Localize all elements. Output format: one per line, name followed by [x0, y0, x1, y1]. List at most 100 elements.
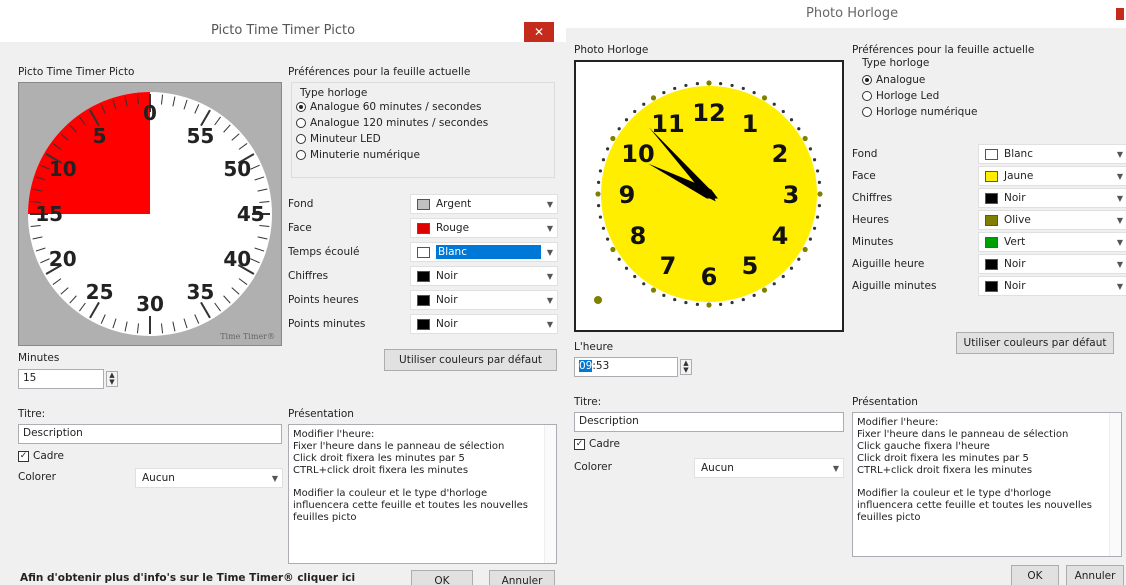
minute-dot	[815, 169, 820, 173]
chevron-down-icon: ▼	[1116, 149, 1123, 159]
title-input[interactable]: Description	[18, 424, 282, 444]
section-label: Picto Time Timer Picto	[18, 66, 135, 78]
color-dropdown[interactable]: Jaune ▼	[978, 166, 1126, 186]
dial-number: 10	[49, 157, 77, 181]
cancel-button[interactable]: Annuler	[489, 570, 555, 585]
clock-type-option[interactable]: Horloge numérique	[862, 106, 977, 118]
color-dropdown[interactable]: Blanc ▼	[410, 242, 558, 262]
cancel-button[interactable]: Annuler	[1066, 565, 1124, 585]
hour-number: 6	[701, 263, 718, 291]
color-value: Noir	[436, 294, 458, 306]
color-row-label: Chiffres	[852, 192, 893, 204]
color-dropdown[interactable]: Noir ▼	[978, 254, 1126, 274]
color-value: Noir	[436, 270, 458, 282]
minute-dot	[695, 82, 699, 86]
color-dropdown[interactable]: Noir ▼	[978, 188, 1126, 208]
clock-type-option[interactable]: Analogue	[862, 74, 925, 86]
scrollbar[interactable]	[544, 425, 556, 563]
colorer-dropdown[interactable]: Aucun ▼	[135, 468, 283, 488]
info-link[interactable]: Afin d'obtenir plus d'info's sur le Time…	[20, 572, 355, 584]
timer-preview[interactable]: 0 55 50 45 40 35 30 25 20 15 10 5 Time Timer®	[18, 82, 282, 346]
ok-button[interactable]: OK	[1011, 565, 1059, 585]
dial-number: 35	[186, 280, 214, 304]
time-timer-dialog: Picto Time Timer Picto ✕ Picto Time Time…	[0, 0, 566, 585]
minute-dot	[684, 83, 688, 88]
minute-dot	[752, 293, 756, 298]
color-dropdown[interactable]: Vert ▼	[978, 232, 1126, 252]
close-button[interactable]: ✕	[524, 22, 554, 42]
minute-dot	[817, 180, 821, 184]
color-dropdown[interactable]: Olive ▼	[978, 210, 1126, 230]
minute-dot	[730, 300, 734, 305]
color-swatch	[417, 198, 430, 210]
minute-dot	[662, 293, 666, 298]
color-dropdown[interactable]: Argent ▼	[410, 194, 558, 214]
minute-dot	[741, 297, 745, 302]
timer-dial: 0 55 50 45 40 35 30 25 20 15 10 5 Time Timer®	[28, 92, 275, 341]
cadre-label: Cadre	[589, 438, 620, 450]
presentation-label: Présentation	[288, 408, 354, 420]
presentation-text[interactable]: Modifier l'heure: Fixer l'heure dans le …	[852, 412, 1122, 557]
dial-number: 15	[35, 202, 63, 226]
minutes-spinner[interactable]: ▲ ▼	[106, 371, 118, 387]
default-colors-button[interactable]: Utiliser couleurs par défaut	[384, 349, 557, 371]
clock-type-group: Type horloge	[291, 82, 555, 178]
minute-dot	[781, 109, 785, 114]
ok-button[interactable]: OK	[411, 570, 473, 585]
time-input[interactable]: 09:53	[574, 357, 678, 377]
color-dropdown[interactable]: Blanc ▼	[978, 144, 1126, 164]
colorer-value: Aucun	[701, 462, 734, 474]
dial-number: 50	[223, 157, 251, 181]
color-dropdown[interactable]: Noir ▼	[410, 290, 558, 310]
minute-dot	[781, 274, 785, 279]
clock-face: 12 12 3 45678 9 1011	[594, 80, 823, 308]
minutes-input[interactable]: 15	[18, 369, 104, 389]
minute-dot	[797, 257, 801, 261]
hour-dot	[802, 246, 808, 253]
minute-dot	[598, 169, 603, 173]
minute-dot	[601, 158, 606, 162]
color-dropdown[interactable]: Noir ▼	[410, 266, 558, 286]
minute-dot	[719, 82, 723, 86]
minute-dot	[812, 158, 817, 162]
colorer-dropdown[interactable]: Aucun ▼	[694, 458, 844, 478]
presentation-label: Présentation	[852, 396, 918, 408]
color-swatch	[985, 148, 998, 160]
cadre-checkbox[interactable]: ✓ Cadre	[18, 450, 64, 462]
color-value: Noir	[1004, 280, 1026, 292]
cadre-checkbox[interactable]: ✓ Cadre	[574, 438, 620, 450]
color-row-label: Face	[288, 222, 312, 234]
color-dropdown[interactable]: Rouge ▼	[410, 218, 558, 238]
clock-type-option[interactable]: Minuterie numérique	[296, 149, 420, 161]
clock-type-option[interactable]: Horloge Led	[862, 90, 939, 102]
presentation-text[interactable]: Modifier l'heure: Fixer l'heure dans le …	[288, 424, 557, 564]
clock-type-option[interactable]: Analogue 120 minutes / secondes	[296, 117, 488, 129]
chevron-down-icon: ▼	[546, 319, 553, 329]
default-colors-button[interactable]: Utiliser couleurs par défaut	[956, 332, 1114, 354]
clock-center	[706, 191, 712, 197]
elapsed-sector	[28, 92, 150, 214]
check-icon: ✓	[18, 450, 29, 462]
clock-type-option-label: Analogue	[876, 74, 926, 86]
hour-number: 4	[772, 222, 789, 250]
color-swatch	[985, 214, 998, 226]
hour-number: 9	[619, 181, 636, 209]
chevron-down-icon: ▼	[546, 247, 553, 257]
clock-preview[interactable]: 12 1 2 3 4 5 6 7 8 9 10 11	[574, 60, 844, 332]
minute-dot	[719, 302, 723, 306]
minute-dot	[624, 118, 629, 122]
title-input[interactable]: Description	[574, 412, 844, 432]
clock-type-option[interactable]: Analogue 60 minutes / secondes	[296, 101, 482, 113]
photo-clock-dialog: Photo Horloge Photo Horloge 12 1 2 3 4 5 6 7 8 9 1…	[566, 0, 1126, 585]
titre-label: Titre:	[574, 396, 602, 408]
scrollbar[interactable]	[1109, 413, 1121, 556]
chevron-down-icon: ▼	[1116, 281, 1123, 291]
clock-type-option[interactable]: Minuteur LED	[296, 133, 381, 145]
color-swatch	[985, 236, 998, 248]
color-dropdown[interactable]: Noir ▼	[978, 276, 1126, 296]
minute-dot	[662, 90, 666, 95]
time-spinner[interactable]: ▲ ▼	[680, 359, 692, 375]
radio-icon	[296, 102, 306, 112]
close-button[interactable]	[1116, 8, 1124, 20]
color-dropdown[interactable]: Noir ▼	[410, 314, 558, 334]
